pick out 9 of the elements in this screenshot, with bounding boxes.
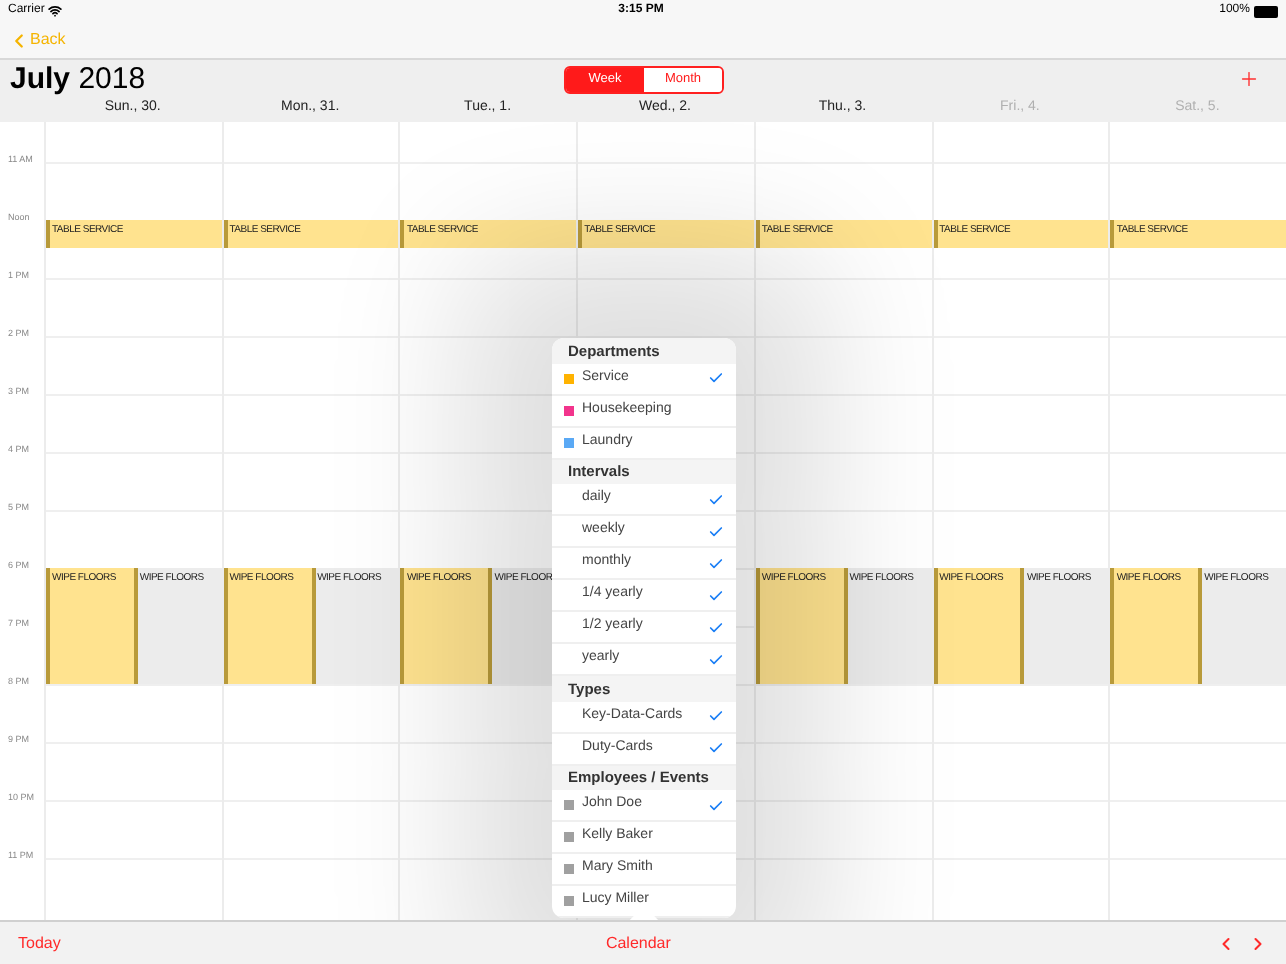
employee-square-icon [564,896,574,906]
wifi-icon [48,4,63,18]
employee-square-icon [564,832,574,842]
battery-icon [1253,5,1278,17]
add-icon[interactable] [1238,68,1260,90]
employee-square-icon [564,800,574,810]
employee-square-icon [564,864,574,874]
month-title: July [10,61,71,95]
year-title: 2018 [78,61,146,95]
